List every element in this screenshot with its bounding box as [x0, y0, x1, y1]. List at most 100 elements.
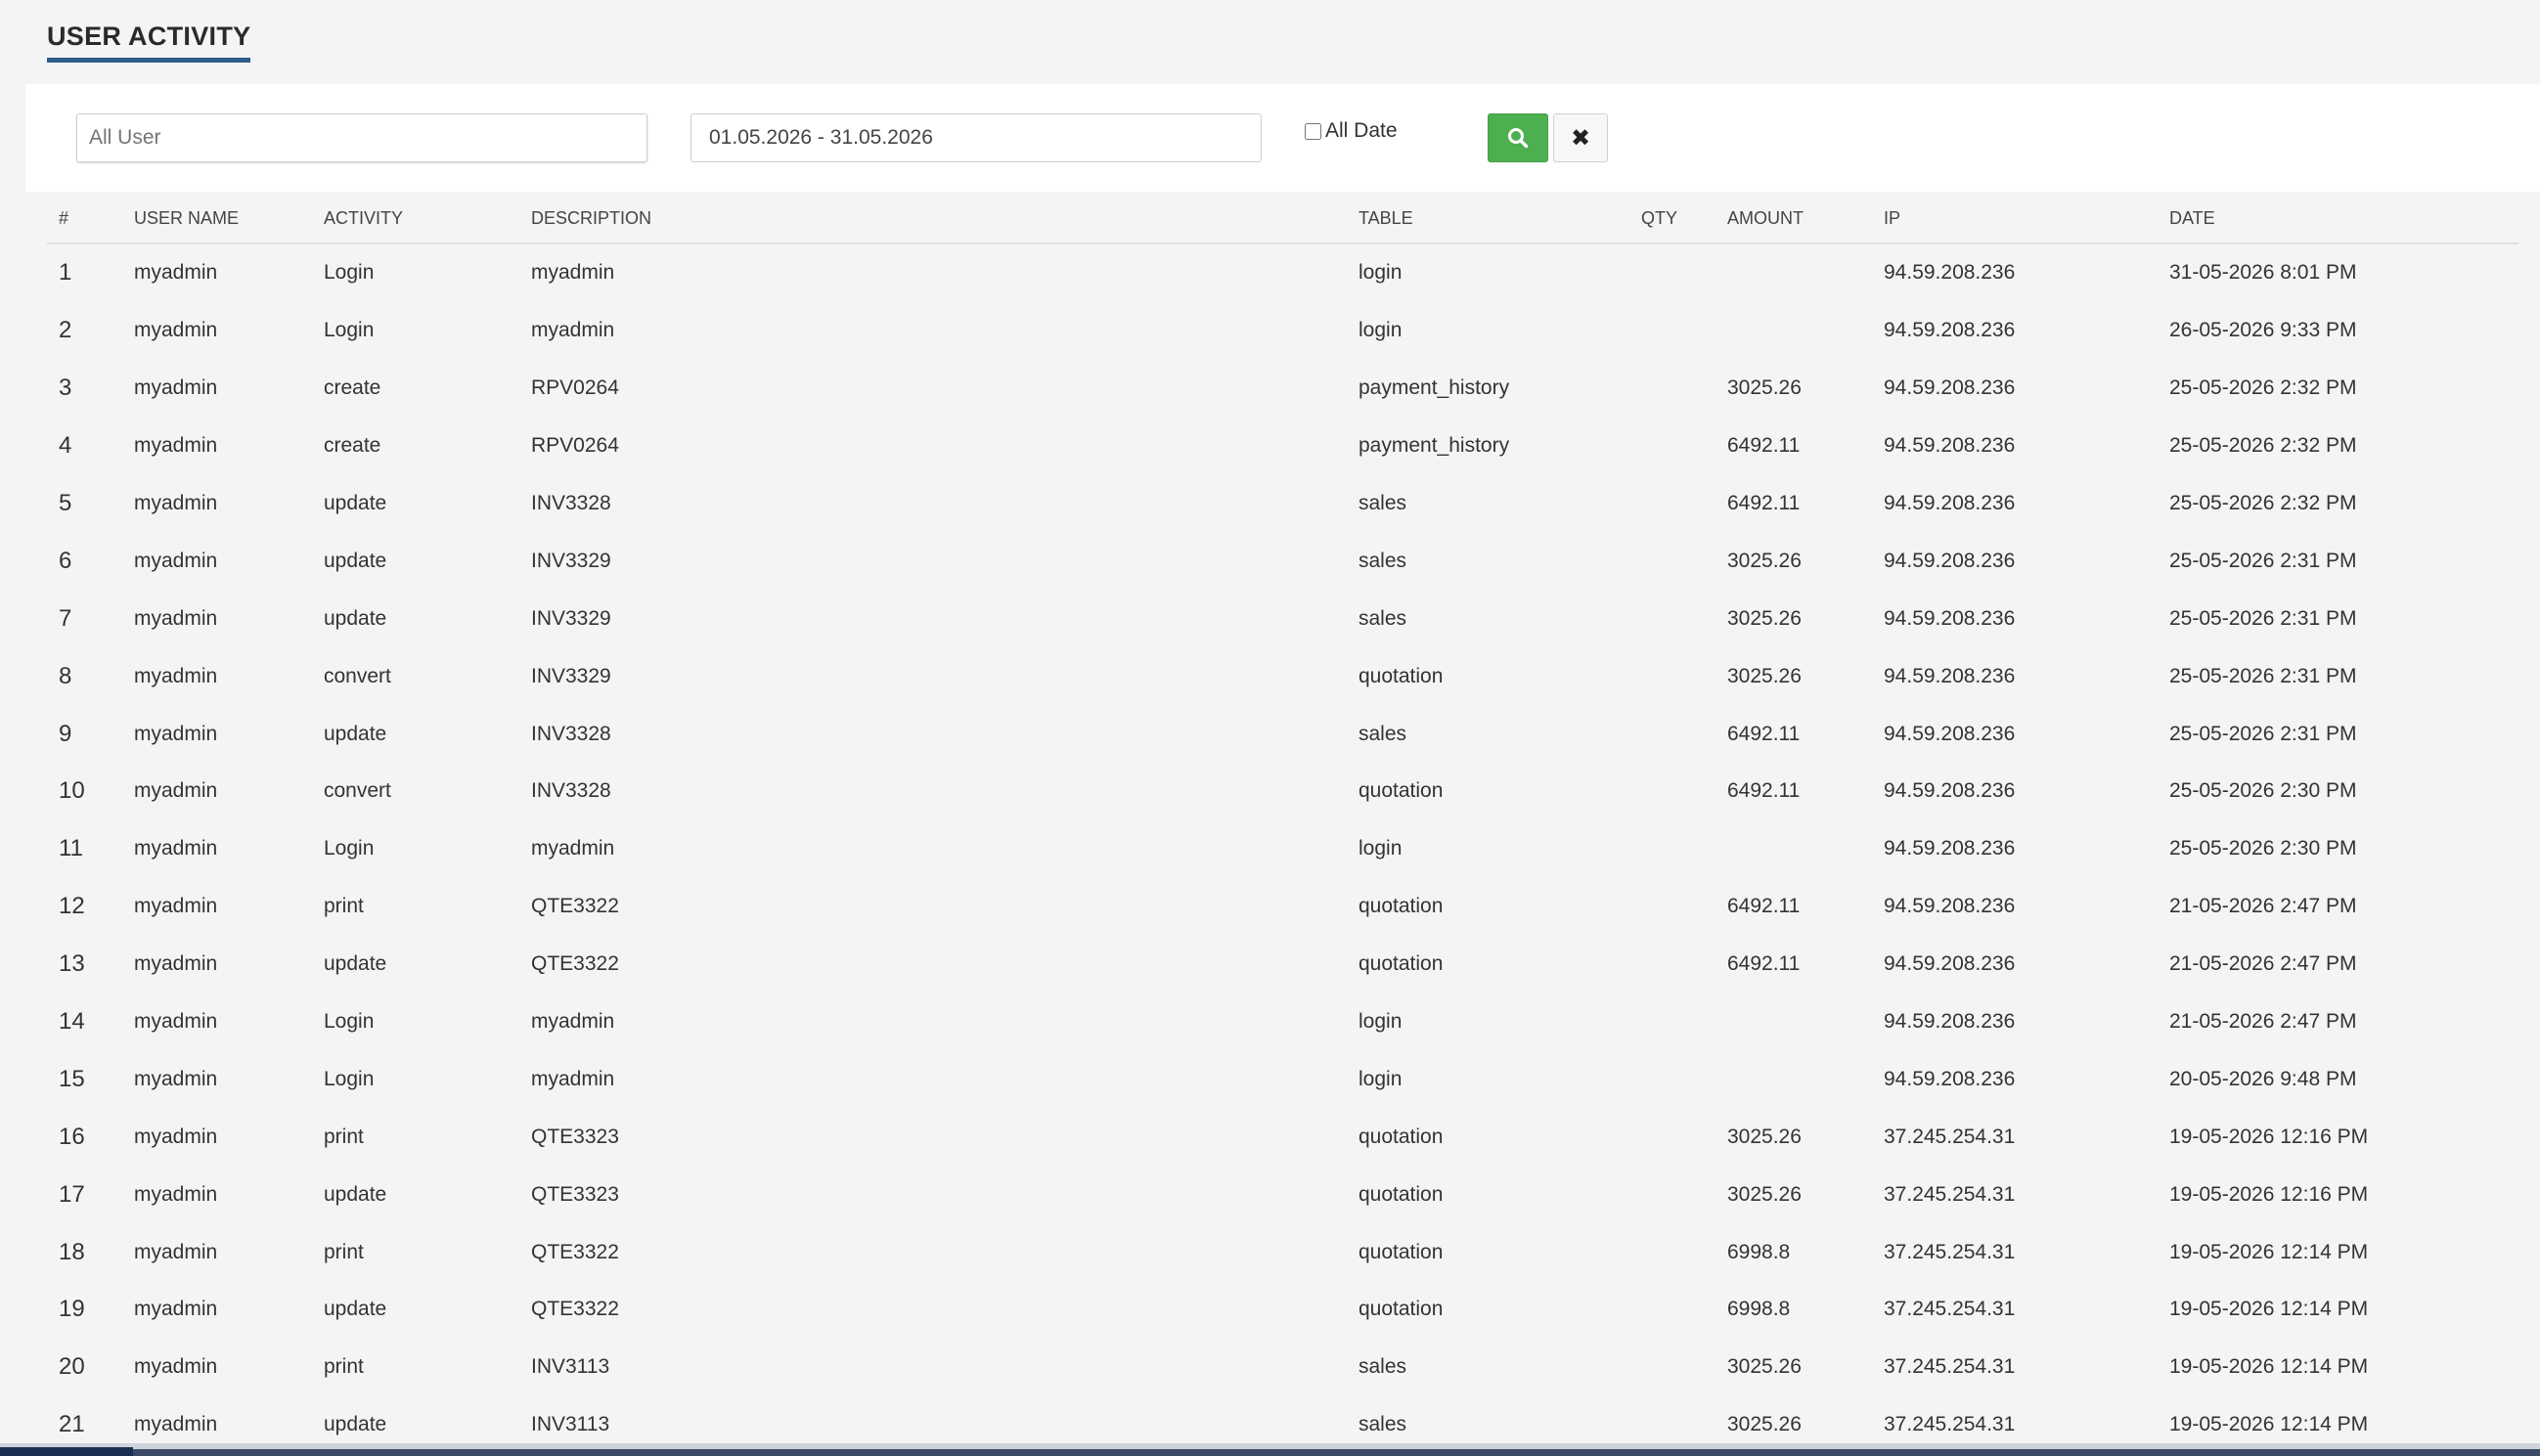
column-header-description[interactable]: DESCRIPTION	[519, 194, 1347, 244]
cell-activity: update	[324, 492, 387, 514]
cell-amount: 3025.26	[1727, 664, 1802, 687]
cell-activity: print	[324, 1240, 364, 1263]
cell-row-number: 17	[59, 1180, 85, 1208]
cell-qty	[1629, 820, 1716, 878]
all-date-checkbox[interactable]	[1305, 122, 1321, 140]
horizontal-scrollbar[interactable]	[0, 1443, 2540, 1456]
table-row[interactable]: 11 myadmin Login myadmin login 94.59.208.236 2…	[47, 820, 2518, 878]
cell-description: myadmin	[531, 837, 615, 860]
cell-date: 25-05-2026 2:32 PM	[2169, 492, 2357, 514]
cell-amount	[1716, 820, 1872, 878]
table-row[interactable]: 8 myadmin convert INV3329 quotation 3025.26 94…	[47, 647, 2518, 705]
cell-ip-address: 94.59.208.236	[1884, 549, 2016, 572]
table-row[interactable]: 14 myadmin Login myadmin login 94.59.208.236 2…	[47, 993, 2518, 1051]
cell-date: 26-05-2026 9:33 PM	[2169, 319, 2357, 342]
table-row[interactable]: 17 myadmin update QTE3323 quotation 3025.26 37…	[47, 1166, 2518, 1223]
cell-date: 25-05-2026 2:31 PM	[2169, 722, 2357, 745]
cell-table-name: sales	[1359, 1355, 1407, 1379]
cell-amount: 3025.26	[1727, 1355, 1802, 1379]
cell-qty	[1629, 243, 1716, 302]
cell-description: INV3328	[531, 492, 611, 514]
cell-row-number: 7	[59, 604, 72, 632]
column-header-qty[interactable]: QTY	[1629, 194, 1716, 244]
cell-amount	[1716, 1050, 1872, 1108]
cell-table-name: sales	[1359, 549, 1407, 572]
cell-qty	[1629, 590, 1716, 647]
cell-amount: 6492.11	[1727, 722, 1801, 745]
clear-button[interactable]: ✖	[1553, 113, 1608, 162]
cell-date: 21-05-2026 2:47 PM	[2169, 895, 2357, 918]
table-row[interactable]: 18 myadmin print QTE3322 quotation 6998.8 37.2…	[47, 1223, 2518, 1281]
cell-date: 25-05-2026 2:32 PM	[2169, 376, 2357, 400]
column-header-activity[interactable]: ACTIVITY	[312, 194, 519, 244]
cell-ip-address: 94.59.208.236	[1884, 722, 2016, 745]
search-button[interactable]	[1488, 113, 1548, 162]
table-row[interactable]: 19 myadmin update QTE3322 quotation 6998.8 37.…	[47, 1281, 2518, 1339]
cell-user-name: myadmin	[134, 722, 218, 745]
table-row[interactable]: 4 myadmin create RPV0264 payment_history 6492…	[47, 418, 2518, 475]
cell-activity: update	[324, 606, 387, 630]
table-row[interactable]: 20 myadmin print INV3113 sales 3025.26 37.245.…	[47, 1339, 2518, 1396]
cell-row-number: 8	[59, 662, 72, 689]
table-row[interactable]: 2 myadmin Login myadmin login 94.59.208.236 26…	[47, 302, 2518, 360]
cell-user-name: myadmin	[134, 549, 218, 572]
cell-activity: convert	[324, 779, 391, 803]
cell-description: myadmin	[531, 1010, 615, 1034]
cell-user-name: myadmin	[134, 1067, 218, 1090]
cell-qty	[1629, 418, 1716, 475]
table-row[interactable]: 12 myadmin print QTE3322 quotation 6492.11 94.…	[47, 878, 2518, 936]
table-row[interactable]: 10 myadmin convert INV3328 quotation 6492.11 9…	[47, 763, 2518, 820]
column-header-ip[interactable]: IP	[1872, 194, 2158, 244]
table-row[interactable]: 13 myadmin update QTE3322 quotation 6492.11 94…	[47, 936, 2518, 993]
cell-date: 19-05-2026 12:16 PM	[2169, 1125, 2369, 1148]
cell-amount	[1716, 302, 1872, 360]
column-header-number[interactable]: #	[47, 194, 122, 244]
cell-user-name: myadmin	[134, 1010, 218, 1034]
table-row[interactable]: 7 myadmin update INV3329 sales 3025.26 94.59.2…	[47, 590, 2518, 647]
column-header-date[interactable]: DATE	[2158, 194, 2518, 244]
user-filter-input[interactable]	[76, 113, 647, 162]
date-range-input[interactable]	[691, 113, 1262, 162]
cell-ip-address: 37.245.254.31	[1884, 1182, 2016, 1206]
cell-row-number: 1	[59, 259, 72, 287]
cell-row-number: 5	[59, 490, 72, 516]
cell-date: 25-05-2026 2:30 PM	[2169, 837, 2357, 860]
cell-table-name: quotation	[1359, 952, 1444, 976]
cell-activity: convert	[324, 664, 391, 687]
scrollbar-thumb[interactable]	[0, 1447, 133, 1456]
cell-table-name: sales	[1359, 606, 1407, 630]
column-header-user-name[interactable]: USER NAME	[122, 194, 312, 244]
cell-activity: create	[324, 376, 381, 400]
table-row[interactable]: 1 myadmin Login myadmin login 94.59.208.236 31…	[47, 243, 2518, 302]
cell-user-name: myadmin	[134, 952, 218, 976]
table-row[interactable]: 16 myadmin print QTE3323 quotation 3025.26 37.…	[47, 1108, 2518, 1166]
cell-table-name: quotation	[1359, 779, 1444, 803]
cell-ip-address: 94.59.208.236	[1884, 606, 2016, 630]
cell-user-name: myadmin	[134, 319, 218, 342]
table-row[interactable]: 5 myadmin update INV3328 sales 6492.11 94.59.2…	[47, 475, 2518, 533]
all-date-toggle[interactable]: All Date	[1305, 119, 1398, 143]
cell-activity: Login	[324, 837, 375, 860]
cell-qty	[1629, 878, 1716, 936]
table-row[interactable]: 9 myadmin update INV3328 sales 6492.11 94.59.2…	[47, 705, 2518, 763]
cell-date: 25-05-2026 2:31 PM	[2169, 606, 2357, 630]
cell-activity: print	[324, 1355, 364, 1379]
cell-user-name: myadmin	[134, 779, 218, 803]
column-header-amount[interactable]: AMOUNT	[1716, 194, 1872, 244]
table-row[interactable]: 15 myadmin Login myadmin login 94.59.208.236 2…	[47, 1050, 2518, 1108]
cell-table-name: login	[1359, 1010, 1403, 1034]
cell-qty	[1629, 1223, 1716, 1281]
table-row[interactable]: 3 myadmin create RPV0264 payment_history 3025…	[47, 360, 2518, 418]
cell-table-name: login	[1359, 319, 1403, 342]
cell-ip-address: 94.59.208.236	[1884, 779, 2016, 803]
close-icon: ✖	[1570, 124, 1591, 152]
cell-qty	[1629, 705, 1716, 763]
cell-activity: update	[324, 1182, 387, 1206]
column-header-table[interactable]: TABLE	[1347, 194, 1629, 244]
cell-description: QTE3322	[531, 1240, 619, 1263]
table-row[interactable]: 6 myadmin update INV3329 sales 3025.26 94.59.2…	[47, 532, 2518, 590]
cell-user-name: myadmin	[134, 664, 218, 687]
cell-table-name: quotation	[1359, 895, 1444, 918]
cell-activity: Login	[324, 319, 375, 342]
scrollbar-track	[133, 1449, 2540, 1456]
